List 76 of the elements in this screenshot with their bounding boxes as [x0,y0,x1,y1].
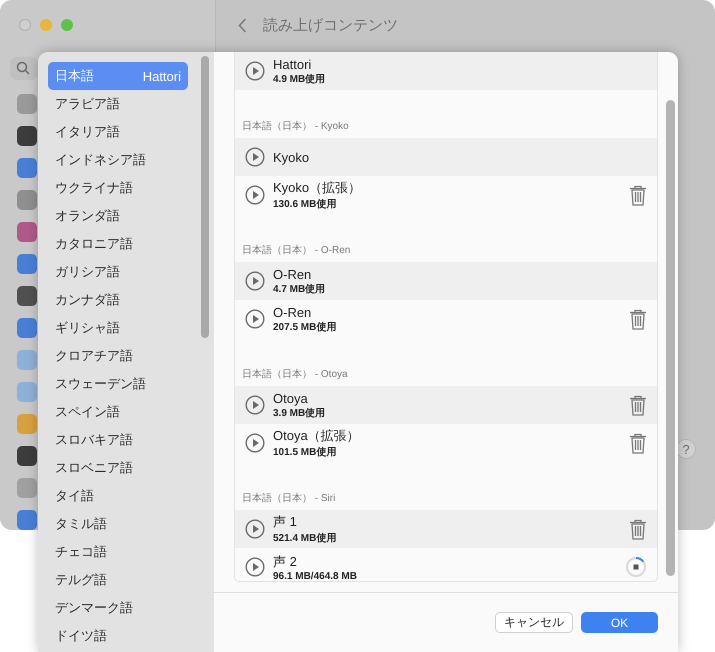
voice-row[interactable]: 声 2 96.1 MB/464.8 MB [235,548,657,581]
voice-size: 96.1 MB/464.8 MB [273,570,358,581]
trash-icon[interactable] [629,308,647,330]
voice-name: Otoya [273,390,309,406]
voice-name: O-Ren [273,266,312,282]
app-icon[interactable] [17,126,37,146]
language-item[interactable]: インドネシア語 [48,146,188,174]
play-icon[interactable] [245,557,265,577]
voice-size: 130.6 MB使用 [273,198,338,211]
cancel-button[interactable]: キャンセル [495,612,573,633]
language-item[interactable]: カタロニア語 [48,230,188,258]
voice-row[interactable]: Otoya（拡張） 101.5 MB使用 [235,424,657,462]
voice-name: Kyoko（拡張） [273,179,362,197]
language-item[interactable]: デンマーク語 [48,594,188,622]
language-item[interactable]: ガリシア語 [48,258,188,286]
ok-button[interactable]: OK [581,612,658,633]
voice-name: Otoya（拡張） [273,427,361,445]
voice-size: 3.9 MB使用 [273,406,326,420]
play-icon[interactable] [245,61,265,81]
language-item[interactable]: スロベニア語 [48,454,188,482]
voice-size: 207.5 MB使用 [273,320,338,334]
language-item[interactable]: オランダ語 [48,202,188,230]
app-icon[interactable] [17,222,37,242]
play-icon[interactable] [245,395,265,415]
language-item[interactable]: チェコ語 [48,538,188,566]
language-item[interactable]: スペイン語 [48,398,188,426]
language-item[interactable]: ウクライナ語 [48,174,188,202]
language-item[interactable]: アラビア語 [48,90,188,118]
play-icon[interactable] [245,519,265,539]
scrollbar-thumb[interactable] [666,100,675,576]
language-item[interactable]: ドイツ語 [48,622,188,650]
search-icon [16,61,30,76]
language-item[interactable]: スロバキア語 [48,426,188,454]
voice-size: 521.4 MB使用 [273,532,338,545]
voice-row[interactable]: Kyoko（拡張） 130.6 MB使用 [235,176,657,214]
scrollbar-thumb[interactable] [201,56,209,338]
play-icon[interactable] [245,309,265,329]
voice-size: 4.7 MB使用 [273,282,326,296]
voice-row[interactable]: Kyoko [235,138,657,176]
trash-icon[interactable] [629,184,647,206]
window-title: 読み上げコンテンツ [263,16,398,34]
language-item[interactable]: タイ語 [48,482,188,510]
trash-icon[interactable] [629,394,647,416]
group-header: 日本語（日本） - Otoya [241,368,349,382]
voice-row[interactable]: O-Ren 207.5 MB使用 [235,300,657,338]
trash-icon[interactable] [629,518,647,540]
back-chevron-icon[interactable] [238,18,247,32]
voice-row[interactable]: Hattori 4.9 MB使用 [235,52,657,90]
voice-size: 4.9 MB使用 [273,72,326,86]
play-icon[interactable] [245,147,265,167]
app-icon[interactable] [17,286,37,306]
group-header: 日本語（日本） - Siri [241,492,336,506]
voice-name: O-Ren [273,304,312,320]
voice-name: 声 2 [273,552,298,570]
language-item[interactable]: イタリア語 [48,118,188,146]
trash-icon[interactable] [629,432,647,454]
voice-name: Kyoko [273,150,310,164]
voice-name: 声 1 [273,513,298,531]
language-item[interactable]: タミル語 [48,510,188,538]
language-item[interactable]: ギリシャ語 [48,314,188,342]
language-item[interactable]: クロアチア語 [48,342,188,370]
voice-row[interactable]: O-Ren 4.7 MB使用 [235,262,657,300]
group-header: 日本語（日本） - Kyoko [241,120,350,134]
voice-row[interactable]: 声 1 521.4 MB使用 [235,510,657,548]
play-icon[interactable] [245,271,265,291]
search-field[interactable] [10,56,38,80]
group-header: 日本語（日本） - O-Ren [241,244,352,258]
voice-name: Hattori [273,56,312,72]
language-item[interactable]: スウェーデン語 [48,370,188,398]
language-item[interactable]: テルグ語 [48,566,188,594]
voice-size: 101.5 MB使用 [273,446,338,459]
play-icon[interactable] [245,185,265,205]
language-item[interactable]: カンナダ語 [48,286,188,314]
app-icon[interactable] [17,446,37,466]
voice-row[interactable]: Otoya 3.9 MB使用 [235,386,657,424]
play-icon[interactable] [245,433,265,453]
